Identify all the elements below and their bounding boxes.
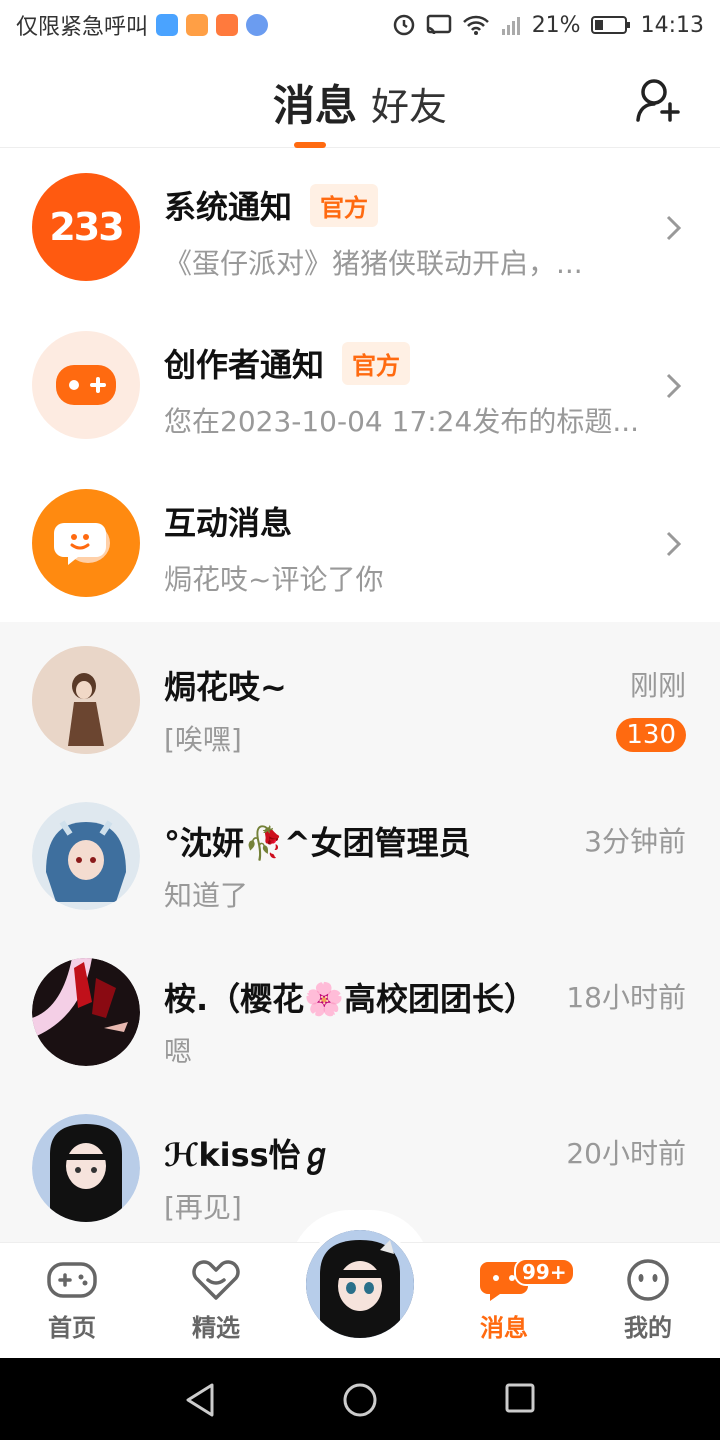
system-notification-title: 系统通知 <box>164 188 293 226</box>
signal-icon <box>500 14 522 36</box>
chat-time: 刚刚 <box>629 669 686 702</box>
chat-message: [唉嘿] <box>164 723 242 756</box>
233-logo-icon: 233 <box>49 205 124 249</box>
chat-name: 焗花吱~ <box>164 668 287 706</box>
chat-message: 知道了 <box>164 879 249 912</box>
avatar <box>32 802 140 910</box>
chat-name: ℋkiss怡ℊ <box>164 1136 333 1174</box>
system-nav-bar <box>0 1358 720 1440</box>
chat-time: 20小时前 <box>566 1137 686 1170</box>
tab-indicator <box>294 142 326 148</box>
creator-notification-row[interactable]: 创作者通知 官方 您在2023-10-04 17:24发布的标题... <box>0 308 720 464</box>
gamepad-icon <box>47 1262 97 1298</box>
interaction-notification-avatar <box>32 489 140 597</box>
chat-list[interactable]: 焗花吱~ [唉嘿] 刚刚 130 °沈妍🥀^女团管理员 知道了 3分钟前 桉.（… <box>0 622 720 1242</box>
video-app-icon <box>186 14 209 36</box>
nav-messages-label: 消息 <box>480 1314 528 1342</box>
tab-bar: 消息 好友 <box>0 72 720 133</box>
avatar <box>32 646 140 754</box>
chat-time: 3分钟前 <box>584 825 686 858</box>
chevron-right-icon <box>666 215 682 241</box>
battery-percent: 21% <box>531 12 581 38</box>
creator-notification-title: 创作者通知 <box>164 346 325 384</box>
official-badge: 官方 <box>342 341 411 385</box>
nav-profile-label: 我的 <box>624 1314 672 1342</box>
recents-icon[interactable] <box>504 1382 536 1414</box>
chat-row[interactable]: 焗花吱~ [唉嘿] 刚刚 130 <box>0 622 720 778</box>
avatar <box>32 958 140 1066</box>
cast-icon <box>426 14 452 36</box>
unread-badge: 130 <box>616 718 686 752</box>
notification-title: 系统通知 官方 <box>164 182 379 231</box>
notification-title: 互动消息 <box>164 504 293 542</box>
notification-title: 创作者通知 官方 <box>164 340 411 389</box>
system-notification-row[interactable]: 233 系统通知 官方 《蛋仔派对》猪猪侠联动开启，... <box>0 150 720 306</box>
browser-app-icon <box>246 14 269 36</box>
nav-home[interactable]: 首页 <box>17 1258 127 1343</box>
chevron-right-icon <box>666 373 682 399</box>
nav-featured[interactable]: 精选 <box>161 1258 271 1343</box>
notification-subtitle: 《蛋仔派对》猪猪侠联动开启，... <box>164 247 583 280</box>
chat-bubble-icon <box>54 523 110 565</box>
battery-icon <box>590 14 631 36</box>
chevron-right-icon <box>666 531 682 557</box>
header: 消息 好友 <box>0 50 720 148</box>
add-friend-icon <box>636 79 680 122</box>
creator-notification-avatar <box>32 331 140 439</box>
notification-subtitle: 焗花吱~评论了你 <box>164 563 384 596</box>
add-friend-button[interactable] <box>634 76 684 126</box>
tab-friends[interactable]: 好友 <box>371 76 447 131</box>
system-notification-avatar: 233 <box>32 173 140 281</box>
nav-home-label: 首页 <box>48 1314 96 1342</box>
clock: 14:13 <box>640 12 704 38</box>
chat-message: [再见] <box>164 1191 242 1224</box>
avatar <box>32 1114 140 1222</box>
home-icon[interactable] <box>342 1382 378 1418</box>
chat-row[interactable]: 桉.（樱花🌸高校团团长） 嗯 18小时前 <box>0 934 720 1090</box>
avatar <box>306 1230 414 1338</box>
game-app-icon <box>216 14 239 36</box>
official-badge: 官方 <box>310 183 379 227</box>
back-icon[interactable] <box>184 1382 218 1418</box>
chat-message: 嗯 <box>164 1035 193 1068</box>
tab-messages[interactable]: 消息 <box>273 72 357 133</box>
alarm-icon <box>392 13 416 37</box>
nav-featured-label: 精选 <box>192 1314 240 1342</box>
gamepad-icon <box>56 365 116 405</box>
shield-app-icon <box>156 14 179 36</box>
message-count-badge: 99+ <box>514 1258 575 1286</box>
profile-face-icon <box>627 1259 669 1301</box>
chat-name: 桉.（樱花🌸高校团团长） <box>164 980 537 1018</box>
heart-icon <box>192 1260 240 1300</box>
carrier-text: 仅限紧急呼叫 <box>16 15 149 40</box>
nav-profile[interactable]: 我的 <box>593 1258 703 1343</box>
center-avatar-button[interactable] <box>302 1226 418 1342</box>
chat-time: 18小时前 <box>566 981 686 1014</box>
chat-row[interactable]: °沈妍🥀^女团管理员 知道了 3分钟前 <box>0 778 720 934</box>
notification-subtitle: 您在2023-10-04 17:24发布的标题... <box>164 405 640 438</box>
wifi-icon <box>462 14 490 36</box>
interaction-notification-row[interactable]: 互动消息 焗花吱~评论了你 <box>0 466 720 622</box>
status-bar: 仅限紧急呼叫 21% 14:13 <box>0 0 720 50</box>
chat-name: °沈妍🥀^女团管理员 <box>164 824 471 862</box>
